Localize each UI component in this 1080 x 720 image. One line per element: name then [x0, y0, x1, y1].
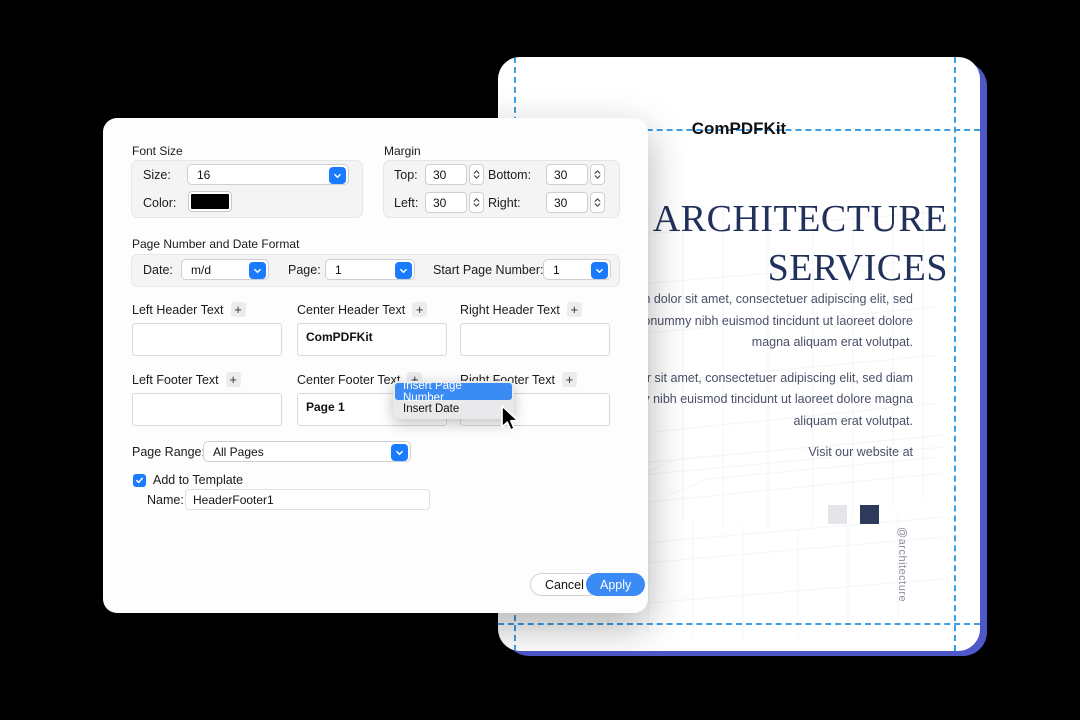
document-vertical-text: @architecture — [896, 527, 908, 603]
add-icon[interactable]: + — [561, 372, 577, 387]
guide-right — [954, 57, 956, 651]
add-icon[interactable]: + — [566, 302, 582, 317]
date-label: Date: — [143, 263, 173, 277]
font-size-value: 16 — [197, 167, 211, 182]
page-range-label: Page Range: — [132, 445, 205, 459]
document-swatches — [828, 505, 879, 524]
color-swatch-button[interactable] — [188, 191, 232, 212]
left-footer-text-label: Left Footer Text — [132, 372, 219, 387]
start-page-number-label: Start Page Number: — [433, 263, 544, 277]
center-footer-text-label: Center Footer Text — [297, 372, 401, 387]
add-to-template-checkbox[interactable] — [133, 473, 146, 487]
margin-right-input[interactable]: 30 — [546, 192, 588, 213]
page-label: Page: — [288, 263, 321, 277]
start-page-number-select[interactable]: 1 — [543, 259, 611, 280]
page-number-date-group-label: Page Number and Date Format — [132, 237, 300, 251]
right-header-text-label: Right Header Text — [460, 302, 560, 317]
margin-right-label: Right: — [488, 196, 521, 210]
margin-bottom-label: Bottom: — [488, 168, 532, 182]
template-name-label: Name: — [147, 493, 184, 507]
center-header-text-field-head: Center Header Text + — [297, 302, 428, 317]
page-range-select[interactable]: All Pages — [203, 441, 411, 462]
page-format-value: 1 — [335, 262, 342, 277]
font-size-select[interactable]: 16 — [187, 164, 349, 185]
margin-left-input[interactable]: 30 — [425, 192, 467, 213]
swatch-dark — [860, 505, 879, 524]
margin-bottom-input[interactable]: 30 — [546, 164, 588, 185]
color-label: Color: — [143, 196, 177, 210]
date-format-select[interactable]: m/d — [181, 259, 269, 280]
left-footer-text-field-head: Left Footer Text + — [132, 372, 241, 387]
date-format-value: m/d — [191, 262, 212, 277]
header-footer-settings-dialog: Font Size Size: 16 Color: Margin Top: 30… — [103, 118, 648, 613]
mouse-cursor — [501, 405, 519, 431]
add-to-template-label: Add to Template — [153, 473, 244, 487]
page-format-select[interactable]: 1 — [325, 259, 415, 280]
center-header-text-label: Center Header Text — [297, 302, 406, 317]
chevron-down-icon[interactable] — [329, 166, 346, 184]
chevron-down-icon[interactable] — [395, 261, 412, 279]
margin-bottom-stepper[interactable] — [590, 164, 605, 185]
start-page-number-value: 1 — [553, 262, 560, 277]
add-icon[interactable]: + — [225, 372, 241, 387]
add-icon[interactable]: + — [412, 302, 428, 317]
add-icon[interactable]: + — [230, 302, 246, 317]
margin-right-stepper[interactable] — [590, 192, 605, 213]
chevron-down-icon[interactable] — [249, 261, 266, 279]
swatch-light — [828, 505, 847, 524]
margin-group-label: Margin — [384, 144, 421, 158]
right-header-text-field-head: Right Header Text + — [460, 302, 582, 317]
guide-bottom — [498, 623, 980, 625]
screen: ComPDFKit ARCHITECTURE SERVICES Lorem ip… — [0, 0, 1080, 720]
chevron-down-icon[interactable] — [591, 261, 608, 279]
font-size-group-label: Font Size — [132, 144, 183, 158]
left-header-text-input[interactable] — [132, 323, 282, 356]
template-name-input[interactable]: HeaderFooter1 — [185, 489, 430, 510]
center-header-text-input[interactable]: ComPDFKit — [297, 323, 447, 356]
left-header-text-label: Left Header Text — [132, 302, 224, 317]
left-header-text-field-head: Left Header Text + — [132, 302, 246, 317]
chevron-down-icon[interactable] — [391, 443, 408, 461]
add-to-template-row[interactable]: Add to Template — [133, 473, 243, 487]
margin-top-stepper[interactable] — [469, 164, 484, 185]
margin-left-label: Left: — [394, 196, 419, 210]
margin-top-label: Top: — [394, 168, 418, 182]
left-footer-text-input[interactable] — [132, 393, 282, 426]
apply-button[interactable]: Apply — [586, 573, 646, 596]
page-range-value: All Pages — [213, 444, 264, 459]
right-header-text-input[interactable] — [460, 323, 610, 356]
insert-context-menu: Insert Page Number Insert Date — [393, 380, 514, 419]
menu-item-insert-page-number[interactable]: Insert Page Number — [395, 380, 512, 404]
margin-top-input[interactable]: 30 — [425, 164, 467, 185]
margin-left-stepper[interactable] — [469, 192, 484, 213]
size-label: Size: — [143, 168, 171, 182]
document-visit-text: Visit our website at — [808, 445, 913, 459]
